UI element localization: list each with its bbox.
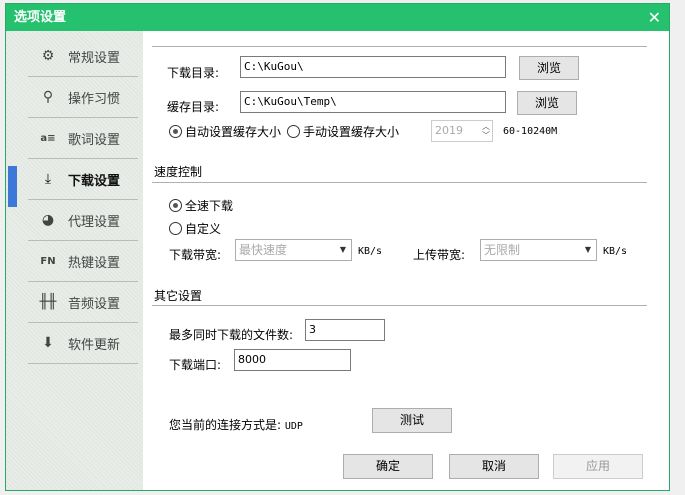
speed-heading: 速度控制 bbox=[154, 165, 203, 179]
sidebar-item-label: 软件更新 bbox=[68, 337, 121, 353]
download-unit: KB/s bbox=[358, 246, 383, 257]
radio-icon bbox=[287, 125, 300, 138]
radio-icon bbox=[169, 222, 182, 235]
radio-checked-icon bbox=[169, 125, 182, 138]
port-label: 下载端口: bbox=[169, 358, 222, 372]
port-input[interactable]: 8000 bbox=[234, 349, 351, 371]
full-speed-label: 全速下载 bbox=[185, 199, 234, 213]
cache-dir-input[interactable]: C:\KuGou\Temp\ bbox=[240, 91, 506, 113]
browse-cache-button[interactable]: 浏览 bbox=[517, 91, 577, 115]
full-speed-radio[interactable]: 全速下载 bbox=[169, 197, 233, 214]
upload-bandwidth-label: 上传带宽: bbox=[413, 248, 466, 262]
sidebar-item-label: 常规设置 bbox=[68, 50, 121, 66]
test-button[interactable]: 测试 bbox=[372, 408, 452, 433]
gear-icon: ⚙ bbox=[41, 48, 55, 64]
dialog-title: 选项设置 ✕ bbox=[6, 4, 669, 31]
pin-icon: ⚲ bbox=[42, 89, 54, 105]
globe-icon: ◕ bbox=[41, 212, 55, 228]
upload-bandwidth-value: 无限制 bbox=[484, 243, 521, 257]
sidebar-item-3[interactable]: ⤓ 下载设置 bbox=[28, 159, 138, 200]
auto-cache-label: 自动设置缓存大小 bbox=[185, 125, 282, 139]
manual-cache-radio[interactable]: 手动设置缓存大小 bbox=[287, 123, 399, 140]
sidebar-item-2[interactable]: a≡ 歌词设置 bbox=[28, 118, 138, 159]
manual-cache-label: 手动设置缓存大小 bbox=[303, 125, 400, 139]
download-icon: ⤓ bbox=[44, 171, 52, 187]
sidebar-item-label: 歌词设置 bbox=[68, 132, 121, 148]
download-bandwidth-value: 最快速度 bbox=[239, 243, 288, 257]
other-heading: 其它设置 bbox=[154, 289, 203, 303]
sidebar-item-7[interactable]: ⬇ 软件更新 bbox=[28, 323, 138, 364]
max-downloads-label: 最多同时下载的文件数: bbox=[169, 328, 294, 342]
sidebar-item-label: 下载设置 bbox=[68, 173, 121, 189]
cache-range-label: 60-10240M bbox=[503, 126, 558, 137]
custom-speed-label: 自定义 bbox=[185, 222, 222, 236]
sidebar-item-label: 热键设置 bbox=[68, 255, 121, 271]
upload-bandwidth-select[interactable]: 无限制 ▼ bbox=[480, 239, 597, 261]
download-bandwidth-select[interactable]: 最快速度 ▼ bbox=[235, 239, 352, 261]
browse-download-button[interactable]: 浏览 bbox=[519, 56, 579, 80]
divider bbox=[152, 182, 647, 183]
equalizer-icon: ╫╫ bbox=[39, 294, 57, 310]
close-icon[interactable]: ✕ bbox=[648, 4, 661, 31]
title-text: 选项设置 bbox=[14, 10, 67, 25]
sidebar-item-label: 音频设置 bbox=[68, 296, 121, 312]
active-indicator bbox=[8, 166, 17, 207]
sidebar-item-label: 操作习惯 bbox=[68, 91, 121, 107]
max-downloads-input[interactable]: 3 bbox=[305, 319, 385, 341]
connection-value: UDP bbox=[284, 421, 303, 432]
divider bbox=[152, 46, 647, 47]
lyrics-icon: a≡ bbox=[40, 132, 56, 144]
cache-size-spinner[interactable]: 2019 ︿ ﹀ bbox=[431, 120, 493, 142]
ok-button[interactable]: 确定 bbox=[343, 454, 433, 479]
options-dialog: 选项设置 ✕ ⚙ 常规设置 ⚲ 操作习惯 a≡ 歌词设置 ⤓ 下载设置 ◕ 代理设置 FN 热键设置 ╫╫… bbox=[5, 3, 670, 491]
download-settings-panel: 下载目录: C:\KuGou\ 浏览 缓存目录: C:\KuGou\Temp\ … bbox=[143, 31, 669, 490]
radio-checked-icon bbox=[169, 199, 182, 212]
cancel-button[interactable]: 取消 bbox=[449, 454, 539, 479]
spinner-arrows-icon[interactable]: ︿ ﹀ bbox=[482, 122, 490, 140]
dropdown-arrow-icon: ▼ bbox=[584, 245, 591, 254]
update-icon: ⬇ bbox=[42, 335, 54, 351]
cache-size-value: 2019 bbox=[435, 124, 463, 137]
sidebar-item-0[interactable]: ⚙ 常规设置 bbox=[28, 36, 138, 77]
connection-label: 您当前的连接方式是: bbox=[169, 418, 282, 432]
sidebar-item-5[interactable]: FN 热键设置 bbox=[28, 241, 138, 282]
download-dir-input[interactable]: C:\KuGou\ bbox=[240, 56, 506, 78]
upload-unit: KB/s bbox=[603, 246, 628, 257]
hotkey-icon: FN bbox=[40, 255, 56, 267]
apply-button[interactable]: 应用 bbox=[553, 454, 643, 479]
auto-cache-radio[interactable]: 自动设置缓存大小 bbox=[169, 123, 281, 140]
dropdown-arrow-icon: ▼ bbox=[339, 245, 346, 254]
sidebar-item-label: 代理设置 bbox=[68, 214, 121, 230]
download-dir-label: 下载目录: bbox=[167, 66, 220, 80]
cache-dir-label: 缓存目录: bbox=[167, 100, 220, 114]
custom-speed-radio[interactable]: 自定义 bbox=[169, 220, 221, 237]
sidebar-item-1[interactable]: ⚲ 操作习惯 bbox=[28, 77, 138, 118]
divider bbox=[152, 305, 647, 306]
sidebar-item-4[interactable]: ◕ 代理设置 bbox=[28, 200, 138, 241]
sidebar-item-6[interactable]: ╫╫ 音频设置 bbox=[28, 282, 138, 323]
download-bandwidth-label: 下载带宽: bbox=[169, 248, 222, 262]
